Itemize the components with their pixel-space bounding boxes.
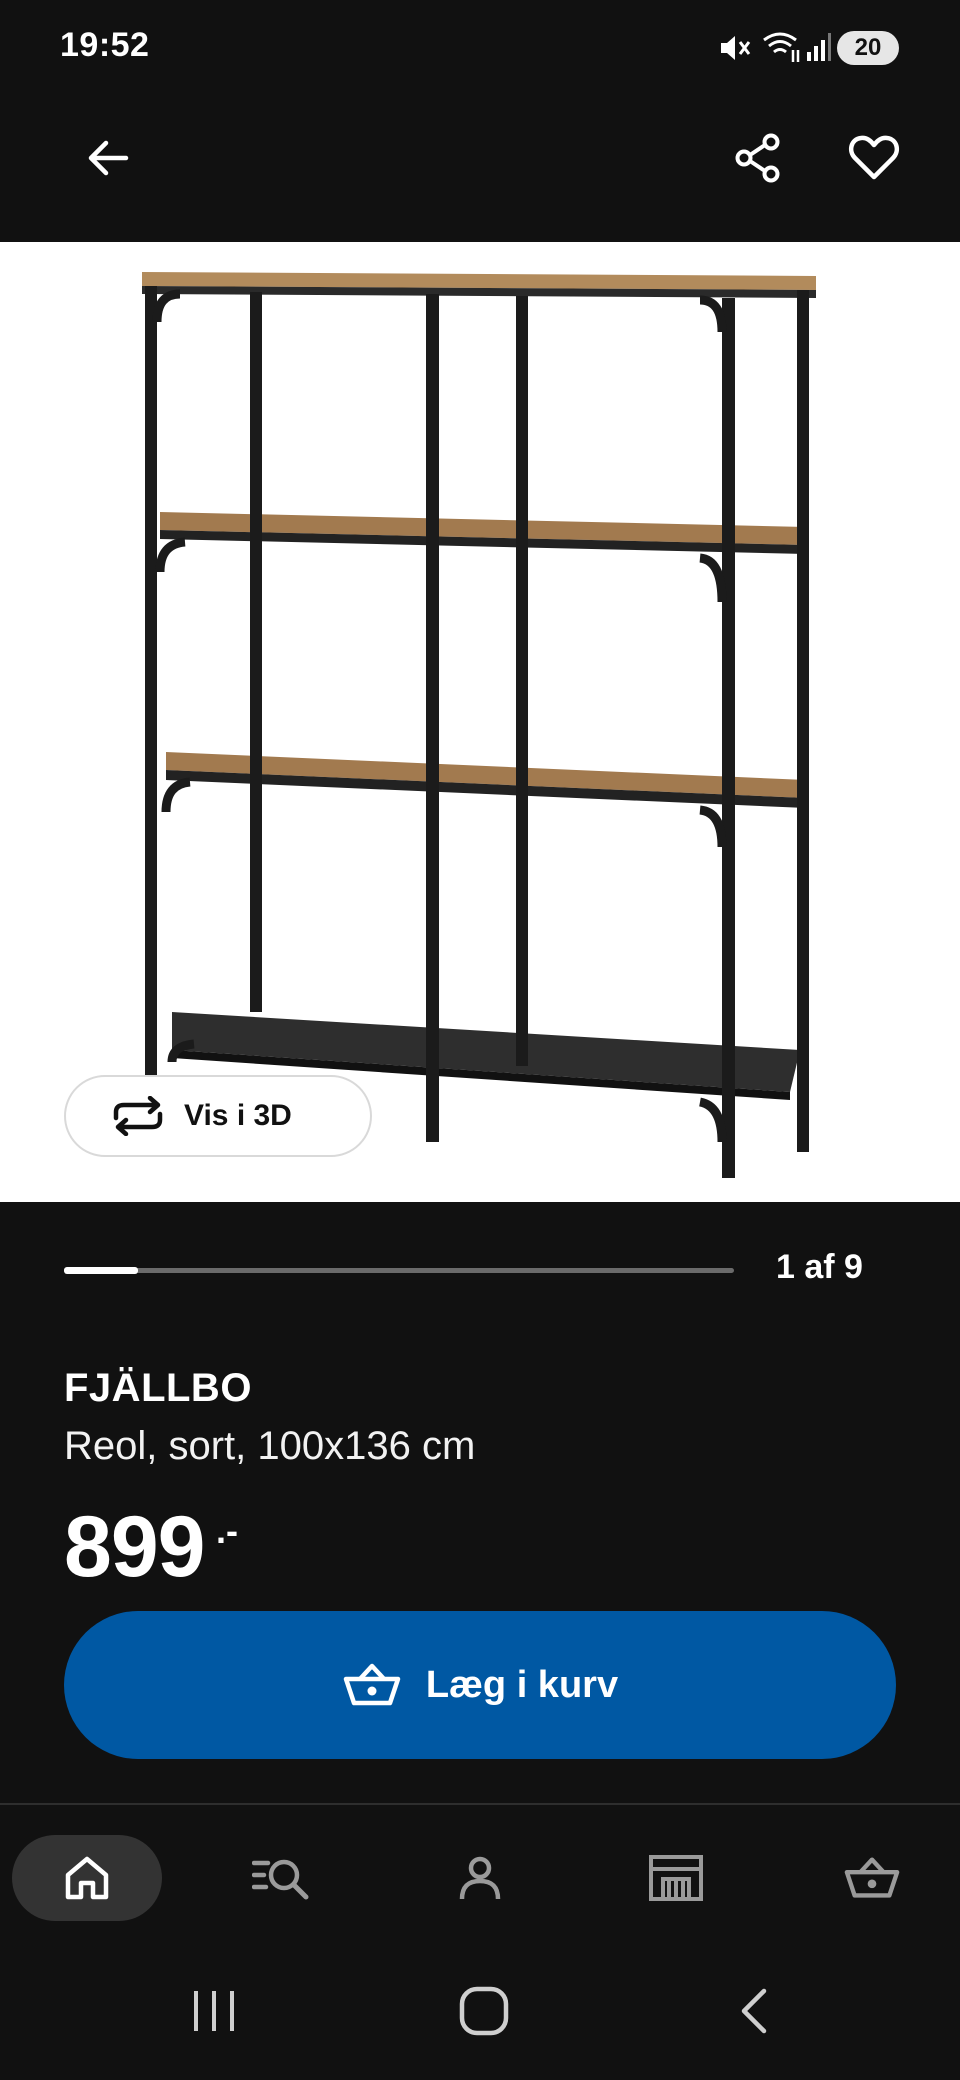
mute-icon bbox=[721, 36, 751, 60]
search-list-icon bbox=[252, 1859, 309, 1900]
arrow-left-icon bbox=[88, 140, 129, 176]
battery-indicator: 20 bbox=[837, 31, 899, 65]
status-time: 19:52 bbox=[60, 26, 150, 64]
system-recents-button[interactable] bbox=[190, 1985, 238, 2042]
product-image[interactable] bbox=[0, 242, 960, 1202]
product-price: 899 bbox=[64, 1499, 205, 1595]
wifi-icon bbox=[763, 32, 800, 62]
system-back-button[interactable] bbox=[734, 1985, 774, 2042]
rotate-3d-icon bbox=[113, 1096, 163, 1136]
carousel-counter: 1 af 9 bbox=[776, 1248, 863, 1286]
chevron-left-icon bbox=[741, 1988, 767, 2034]
product-name: FJÄLLBO bbox=[64, 1366, 252, 1410]
cart-basket-icon bbox=[844, 1857, 900, 1898]
recents-icon bbox=[194, 1991, 234, 2031]
product-description: Reol, sort, 100x136 cm bbox=[64, 1424, 476, 1468]
signal-icon bbox=[807, 33, 831, 61]
nav-cart[interactable] bbox=[797, 1835, 947, 1921]
nav-stores[interactable] bbox=[601, 1835, 751, 1921]
basket-icon bbox=[343, 1663, 401, 1706]
nav-home[interactable] bbox=[12, 1835, 162, 1921]
carousel-progress-fill bbox=[64, 1267, 139, 1274]
store-icon bbox=[649, 1855, 703, 1901]
home-icon bbox=[65, 1856, 109, 1900]
home-circle-icon bbox=[459, 1986, 509, 2036]
share-icon bbox=[735, 133, 780, 183]
shelf-illustration bbox=[142, 272, 816, 1178]
nav-profile[interactable] bbox=[405, 1835, 555, 1921]
view-3d-button[interactable]: Vis i 3D bbox=[64, 1075, 372, 1157]
view-3d-label: Vis i 3D bbox=[184, 1099, 292, 1132]
favorite-button[interactable] bbox=[846, 130, 902, 186]
nav-divider bbox=[0, 1803, 960, 1805]
add-to-cart-label: Læg i kurv bbox=[425, 1663, 619, 1706]
share-button[interactable] bbox=[730, 130, 786, 186]
carousel-progress-track bbox=[64, 1268, 734, 1273]
system-home-button[interactable] bbox=[458, 1985, 510, 2042]
price-suffix: .- bbox=[216, 1510, 238, 1551]
person-icon bbox=[459, 1856, 501, 1900]
nav-search[interactable] bbox=[207, 1835, 357, 1921]
add-to-cart-button[interactable]: Læg i kurv bbox=[64, 1611, 896, 1759]
heart-icon bbox=[848, 135, 900, 180]
status-bar: 19:52 20 bbox=[0, 0, 960, 95]
back-button[interactable] bbox=[80, 130, 136, 186]
